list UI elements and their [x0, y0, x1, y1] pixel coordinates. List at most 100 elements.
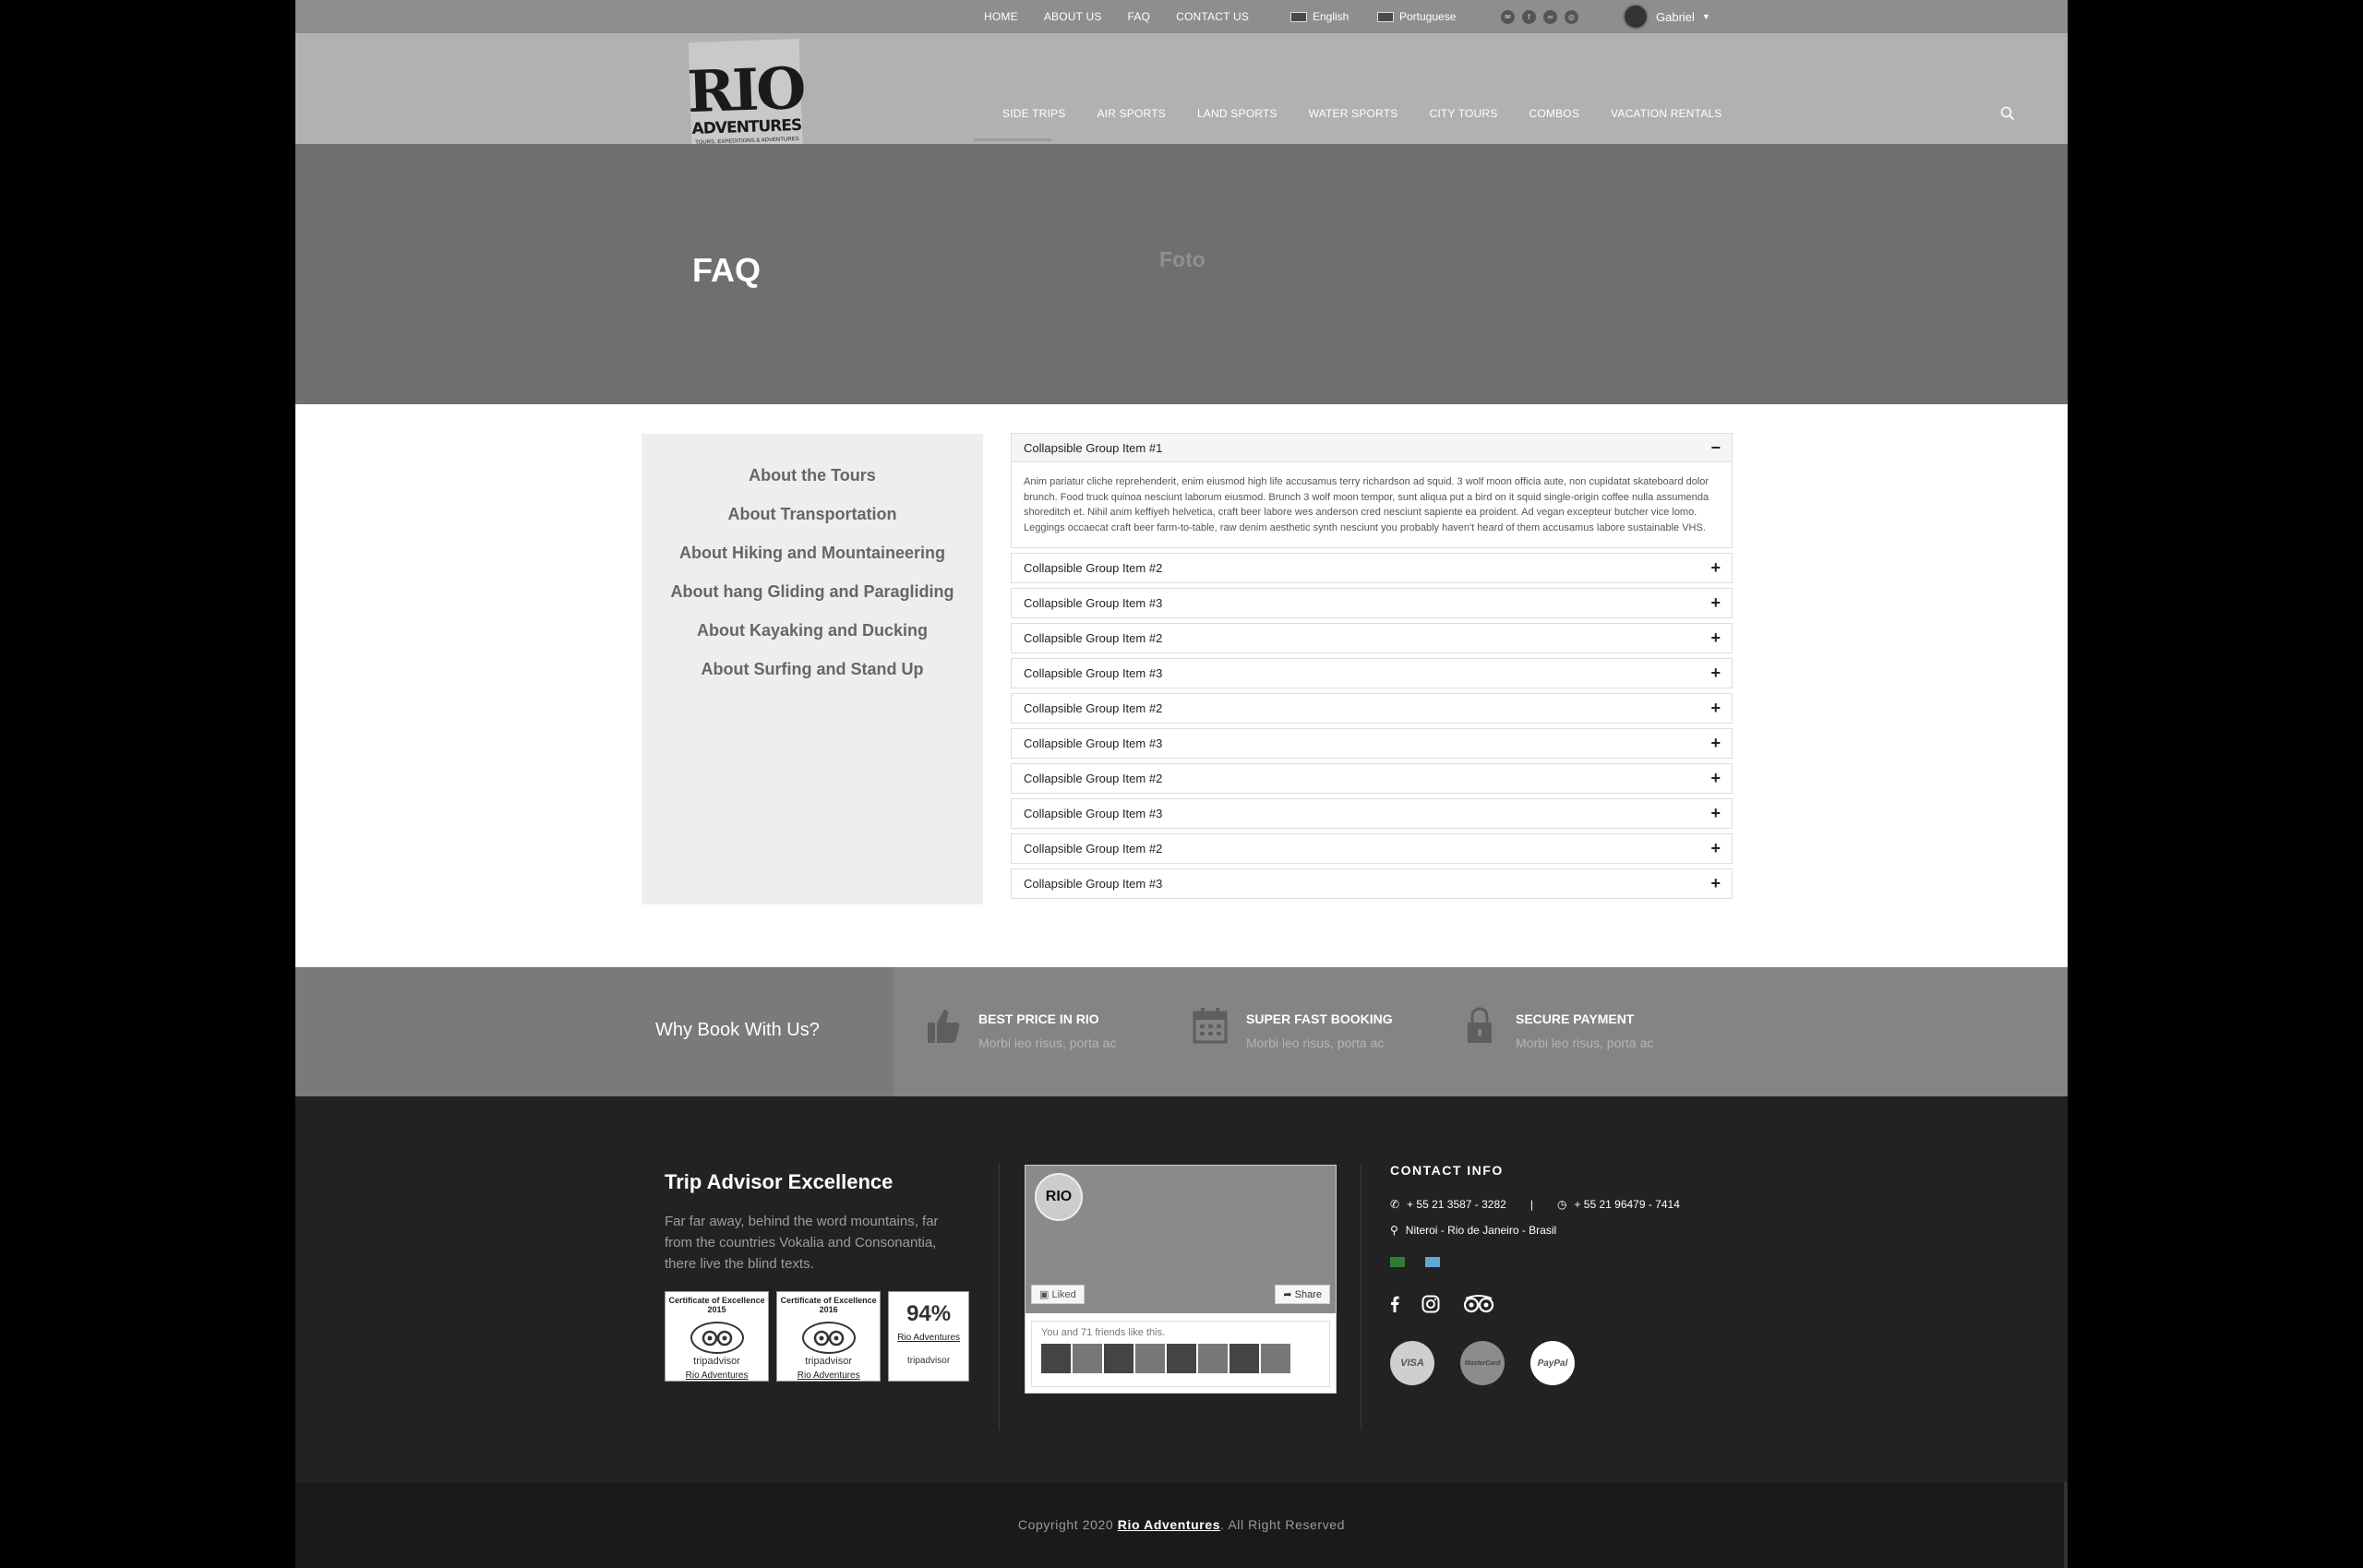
email-icon[interactable]: ✉ [1501, 9, 1515, 24]
sidebar-item-hiking[interactable]: About Hiking and Mountaineering [642, 533, 983, 572]
visa-icon[interactable]: VISA [1390, 1341, 1434, 1385]
main-nav: SIDE TRIPS AIR SPORTS LAND SPORTS WATER … [984, 107, 1738, 120]
search-icon[interactable] [2000, 106, 2015, 121]
accordion-header[interactable]: Collapsible Group Item #2 + [1012, 834, 1732, 863]
avatar[interactable] [1229, 1344, 1259, 1373]
accordion-item: Collapsible Group Item #3 + [1011, 798, 1733, 829]
facebook-liked-button[interactable]: ▣ Liked [1031, 1285, 1085, 1304]
accordion-item: Collapsible Group Item #2 + [1011, 623, 1733, 653]
facebook-share-button[interactable]: ➦ Share [1275, 1285, 1330, 1304]
accordion-title: Collapsible Group Item #3 [1024, 736, 1163, 750]
accordion-title: Collapsible Group Item #3 [1024, 666, 1163, 680]
tripadvisor-icon[interactable]: ∞ [1543, 9, 1557, 24]
accordion-header[interactable]: Collapsible Group Item #3 + [1012, 589, 1732, 617]
lang-portuguese-button[interactable]: Portuguese [1377, 0, 1456, 33]
scrollbar[interactable] [2064, 1482, 2068, 1568]
top-link-home[interactable]: HOME [984, 10, 1018, 23]
badge-link[interactable]: Rio Adventures [798, 1371, 860, 1381]
avatar[interactable] [1135, 1344, 1165, 1373]
avatar[interactable] [1104, 1344, 1134, 1373]
brazil-flag-icon[interactable] [1390, 1257, 1405, 1267]
accordion-header[interactable]: Collapsible Group Item #3 + [1012, 799, 1732, 828]
sidebar-item-surfing[interactable]: About Surfing and Stand Up [642, 650, 983, 688]
avatar[interactable] [1041, 1344, 1071, 1373]
badge-link[interactable]: Rio Adventures [686, 1371, 749, 1381]
plus-icon: + [1710, 558, 1721, 577]
sidebar-item-transportation[interactable]: About Transportation [642, 495, 983, 533]
facebook-icon[interactable] [1390, 1296, 1399, 1312]
accordion-item: Collapsible Group Item #1 − Anim pariatu… [1011, 433, 1733, 548]
accordion-header[interactable]: Collapsible Group Item #3 + [1012, 659, 1732, 688]
badge-brand: tripadvisor [805, 1356, 853, 1367]
top-link-faq[interactable]: FAQ [1128, 10, 1151, 23]
sidebar-item-kayaking[interactable]: About Kayaking and Ducking [642, 611, 983, 650]
accordion-item: Collapsible Group Item #3 + [1011, 868, 1733, 899]
logo-line2: ADVENTURES [691, 115, 802, 139]
instagram-icon[interactable]: ◎ [1565, 9, 1578, 24]
avatar [1623, 4, 1649, 30]
user-menu[interactable]: Gabriel ▼ [1623, 0, 1710, 33]
facebook-icon[interactable]: f [1522, 9, 1536, 24]
sidebar-item-hang-gliding[interactable]: About hang Gliding and Paragliding [642, 572, 983, 611]
avatar[interactable] [1073, 1344, 1102, 1373]
top-link-about-us[interactable]: ABOUT US [1044, 10, 1102, 23]
accordion-title: Collapsible Group Item #1 [1024, 440, 1163, 455]
accordion-header[interactable]: Collapsible Group Item #2 + [1012, 764, 1732, 793]
tripadvisor-icon[interactable] [1462, 1295, 1495, 1313]
accordion-item: Collapsible Group Item #2 + [1011, 693, 1733, 724]
plus-icon: + [1710, 699, 1721, 717]
top-social-icons: ✉ f ∞ ◎ [1501, 0, 1578, 33]
contact-address: Niteroi - Rio de Janeiro - Brasil [1405, 1224, 1557, 1237]
avatar[interactable] [1198, 1344, 1228, 1373]
accordion-title: Collapsible Group Item #2 [1024, 842, 1163, 856]
rio-flag-icon[interactable] [1425, 1257, 1440, 1267]
tripadvisor-heading: Trip Advisor Excellence [665, 1170, 894, 1193]
contact-phones: ✆ + 55 21 3587 - 3282 | ◷ + 55 21 96479 … [1390, 1198, 1759, 1211]
avatar[interactable] [1261, 1344, 1290, 1373]
badge-link[interactable]: Rio Adventures [897, 1333, 960, 1343]
badge-year: 2015 [707, 1305, 726, 1314]
phone-number[interactable]: + 55 21 3587 - 3282 [1407, 1198, 1506, 1211]
instagram-icon[interactable] [1421, 1295, 1440, 1313]
accordion-header[interactable]: Collapsible Group Item #3 + [1012, 869, 1732, 898]
avatar[interactable] [1167, 1344, 1196, 1373]
top-link-contact-us[interactable]: CONTACT US [1176, 10, 1249, 23]
nav-city-tours[interactable]: CITY TOURS [1413, 107, 1513, 120]
tripadvisor-owl-icon [801, 1322, 856, 1354]
nav-air-sports[interactable]: AIR SPORTS [1081, 107, 1181, 120]
lang-portuguese-label: Portuguese [1399, 10, 1457, 23]
brazil-flag-icon [1377, 11, 1394, 22]
phone-icon: ✆ [1390, 1198, 1400, 1211]
nav-side-trips[interactable]: SIDE TRIPS [984, 107, 1081, 120]
whatsapp-number[interactable]: + 55 21 96479 - 7414 [1574, 1198, 1679, 1211]
mastercard-icon[interactable]: MasterCard [1460, 1341, 1505, 1385]
facebook-page-logo: RIO [1035, 1173, 1083, 1221]
nav-land-sports[interactable]: LAND SPORTS [1182, 107, 1293, 120]
accordion-header[interactable]: Collapsible Group Item #3 + [1012, 729, 1732, 758]
rating-badge[interactable]: 94% Rio Adventures tripadvisor [888, 1291, 969, 1382]
facebook-friends-text: You and 71 friends like this. [1041, 1327, 1166, 1338]
hero-banner: FAQ Foto [295, 144, 2068, 404]
copyright-text: Copyright 2020 Rio Adventures. All Right… [295, 1517, 2068, 1532]
feature-desc: Morbi leo risus, porta ac [1246, 1035, 1385, 1050]
lang-english-button[interactable]: English [1290, 0, 1349, 33]
accordion-header[interactable]: Collapsible Group Item #1 − [1012, 434, 1732, 462]
nav-vacation-rentals[interactable]: VACATION RENTALS [1595, 107, 1738, 120]
accordion-header[interactable]: Collapsible Group Item #2 + [1012, 694, 1732, 723]
feature-fast-booking: SUPER FAST BOOKING Morbi leo risus, port… [1191, 1004, 1393, 1050]
paypal-icon[interactable]: PayPal [1530, 1341, 1575, 1385]
tripadvisor-owl-icon [690, 1322, 744, 1354]
badge-title: Certificate of Excellence [668, 1296, 765, 1305]
accordion-header[interactable]: Collapsible Group Item #2 + [1012, 554, 1732, 582]
contact-address-row: ⚲ Niteroi - Rio de Janeiro - Brasil [1390, 1224, 1759, 1237]
sidebar-item-tours[interactable]: About the Tours [642, 456, 983, 495]
certificate-badge-2016[interactable]: Certificate of Excellence 2016 tripadvis… [776, 1291, 882, 1382]
faq-sidebar: About the Tours About Transportation Abo… [642, 434, 983, 904]
certificate-badge-2015[interactable]: Certificate of Excellence 2015 tripadvis… [665, 1291, 770, 1382]
copyright-brand-link[interactable]: Rio Adventures [1118, 1517, 1220, 1532]
nav-combos[interactable]: COMBOS [1514, 107, 1596, 120]
nav-water-sports[interactable]: WATER SPORTS [1293, 107, 1414, 120]
why-book-title: Why Book With Us? [655, 1020, 820, 1040]
facebook-page-widget[interactable]: RIO ▣ Liked ➦ Share You and 71 friends l… [1025, 1165, 1337, 1394]
accordion-header[interactable]: Collapsible Group Item #2 + [1012, 624, 1732, 652]
